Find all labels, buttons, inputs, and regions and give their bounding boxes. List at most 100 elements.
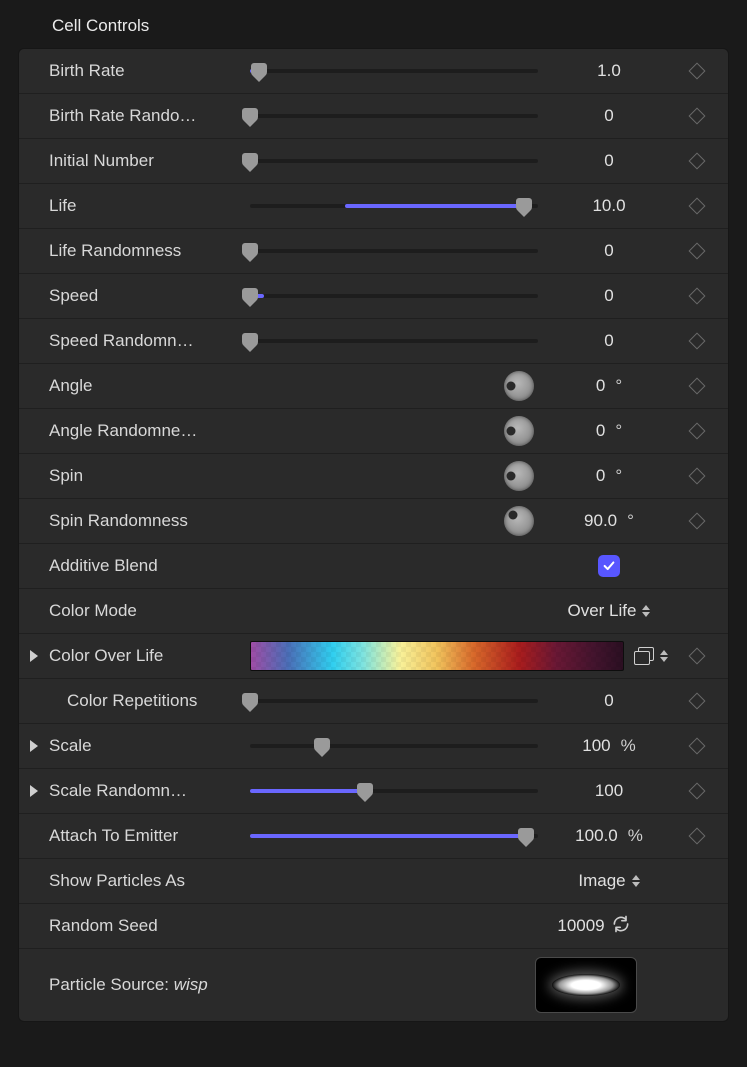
keyframe-icon[interactable] [689, 738, 706, 755]
label-angle: Angle [49, 376, 244, 396]
label-color-repetitions: Color Repetitions [49, 691, 244, 711]
value-speed[interactable]: 0 [544, 286, 674, 306]
value-initial-number[interactable]: 0 [544, 151, 674, 171]
label-spin-randomness: Spin Randomness [49, 511, 244, 531]
row-color-repetitions: Color Repetitions 0 [19, 679, 728, 724]
keyframe-icon[interactable] [689, 243, 706, 260]
label-scale: Scale [49, 736, 244, 756]
label-birth-rate: Birth Rate [49, 61, 244, 81]
slider-initial-number[interactable] [250, 139, 538, 183]
value-scale-randomness[interactable]: 100 [544, 781, 674, 801]
particle-source-well[interactable] [535, 957, 637, 1013]
keyframe-icon[interactable] [689, 648, 706, 665]
refresh-icon [611, 914, 631, 934]
row-additive-blend: Additive Blend [19, 544, 728, 589]
keyframe-icon[interactable] [689, 423, 706, 440]
parameter-group: Birth Rate 1.0 Birth Rate Rando… 0 [18, 48, 729, 1022]
keyframe-icon[interactable] [689, 63, 706, 80]
check-icon [602, 559, 616, 573]
chevron-up-down-icon [632, 875, 640, 887]
keyframe-icon[interactable] [689, 198, 706, 215]
row-life: Life 10.0 [19, 184, 728, 229]
keyframe-icon[interactable] [689, 783, 706, 800]
keyframe-icon[interactable] [689, 513, 706, 530]
dial-spin[interactable] [504, 461, 534, 491]
value-color-repetitions[interactable]: 0 [544, 691, 674, 711]
label-color-mode: Color Mode [49, 601, 244, 621]
gradient-tools[interactable] [624, 647, 668, 665]
row-scale: Scale 100% [19, 724, 728, 769]
value-birth-rate-randomness[interactable]: 0 [544, 106, 674, 126]
slider-speed[interactable] [250, 274, 538, 318]
dropdown-show-particles-as[interactable]: Image [544, 871, 674, 891]
slider-attach-to-emitter[interactable] [250, 814, 538, 858]
slider-speed-randomness[interactable] [250, 319, 538, 363]
row-speed: Speed 0 [19, 274, 728, 319]
value-spin[interactable]: 0° [544, 466, 674, 486]
wisp-thumbnail [552, 974, 620, 996]
label-color-over-life: Color Over Life [49, 646, 244, 666]
value-speed-randomness[interactable]: 0 [544, 331, 674, 351]
slider-life[interactable] [250, 184, 538, 228]
label-speed: Speed [49, 286, 244, 306]
disclosure-triangle-icon[interactable] [30, 740, 38, 752]
label-life: Life [49, 196, 244, 216]
value-angle-randomness[interactable]: 0° [544, 421, 674, 441]
chevron-up-down-icon [642, 605, 650, 617]
dial-spin-randomness[interactable] [504, 506, 534, 536]
value-random-seed[interactable]: 10009 [557, 916, 604, 936]
value-scale[interactable]: 100% [544, 736, 674, 756]
label-speed-randomness: Speed Randomn… [49, 331, 244, 351]
disclosure-triangle-icon[interactable] [30, 650, 38, 662]
label-random-seed: Random Seed [49, 916, 244, 936]
dial-angle[interactable] [504, 371, 534, 401]
row-attach-to-emitter: Attach To Emitter 100.0% [19, 814, 728, 859]
refresh-button[interactable] [611, 914, 631, 939]
label-show-particles-as: Show Particles As [49, 871, 244, 891]
keyframe-icon[interactable] [689, 108, 706, 125]
value-life[interactable]: 10.0 [544, 196, 674, 216]
row-scale-randomness: Scale Randomn… 100 [19, 769, 728, 814]
gradient-editor[interactable] [250, 641, 624, 671]
keyframe-icon[interactable] [689, 828, 706, 845]
label-life-randomness: Life Randomness [49, 241, 244, 261]
row-color-over-life: Color Over Life [19, 634, 728, 679]
row-spin-randomness: Spin Randomness 90.0° [19, 499, 728, 544]
dial-angle-randomness[interactable] [504, 416, 534, 446]
dropdown-color-mode[interactable]: Over Life [544, 601, 674, 621]
value-spin-randomness[interactable]: 90.0° [544, 511, 674, 531]
value-attach-to-emitter[interactable]: 100.0% [544, 826, 674, 846]
row-life-randomness: Life Randomness 0 [19, 229, 728, 274]
label-angle-randomness: Angle Randomne… [49, 421, 244, 441]
slider-scale[interactable] [250, 724, 538, 768]
label-initial-number: Initial Number [49, 151, 244, 171]
slider-birth-rate[interactable] [250, 49, 538, 93]
slider-color-repetitions[interactable] [250, 679, 538, 723]
value-life-randomness[interactable]: 0 [544, 241, 674, 261]
row-birth-rate-randomness: Birth Rate Rando… 0 [19, 94, 728, 139]
label-scale-randomness: Scale Randomn… [49, 781, 244, 801]
value-angle[interactable]: 0° [544, 376, 674, 396]
slider-birth-rate-randomness[interactable] [250, 94, 538, 138]
label-attach-to-emitter: Attach To Emitter [49, 826, 244, 846]
keyframe-icon[interactable] [689, 468, 706, 485]
row-show-particles-as: Show Particles As Image [19, 859, 728, 904]
checkbox-additive-blend[interactable] [598, 555, 620, 577]
keyframe-icon[interactable] [689, 333, 706, 350]
row-spin: Spin 0° [19, 454, 728, 499]
cell-controls-panel: Cell Controls Birth Rate 1.0 Birth Rate … [0, 0, 747, 1042]
value-birth-rate[interactable]: 1.0 [544, 61, 674, 81]
row-initial-number: Initial Number 0 [19, 139, 728, 184]
keyframe-icon[interactable] [689, 693, 706, 710]
chevron-up-down-icon [660, 650, 668, 662]
keyframe-icon[interactable] [689, 153, 706, 170]
label-birth-rate-randomness: Birth Rate Rando… [49, 106, 244, 126]
slider-life-randomness[interactable] [250, 229, 538, 273]
disclosure-triangle-icon[interactable] [30, 785, 38, 797]
keyframe-icon[interactable] [689, 288, 706, 305]
slider-scale-randomness[interactable] [250, 769, 538, 813]
swatch-stack-icon [634, 647, 654, 665]
section-title: Cell Controls [18, 10, 729, 48]
keyframe-icon[interactable] [689, 378, 706, 395]
row-random-seed: Random Seed 10009 [19, 904, 728, 949]
